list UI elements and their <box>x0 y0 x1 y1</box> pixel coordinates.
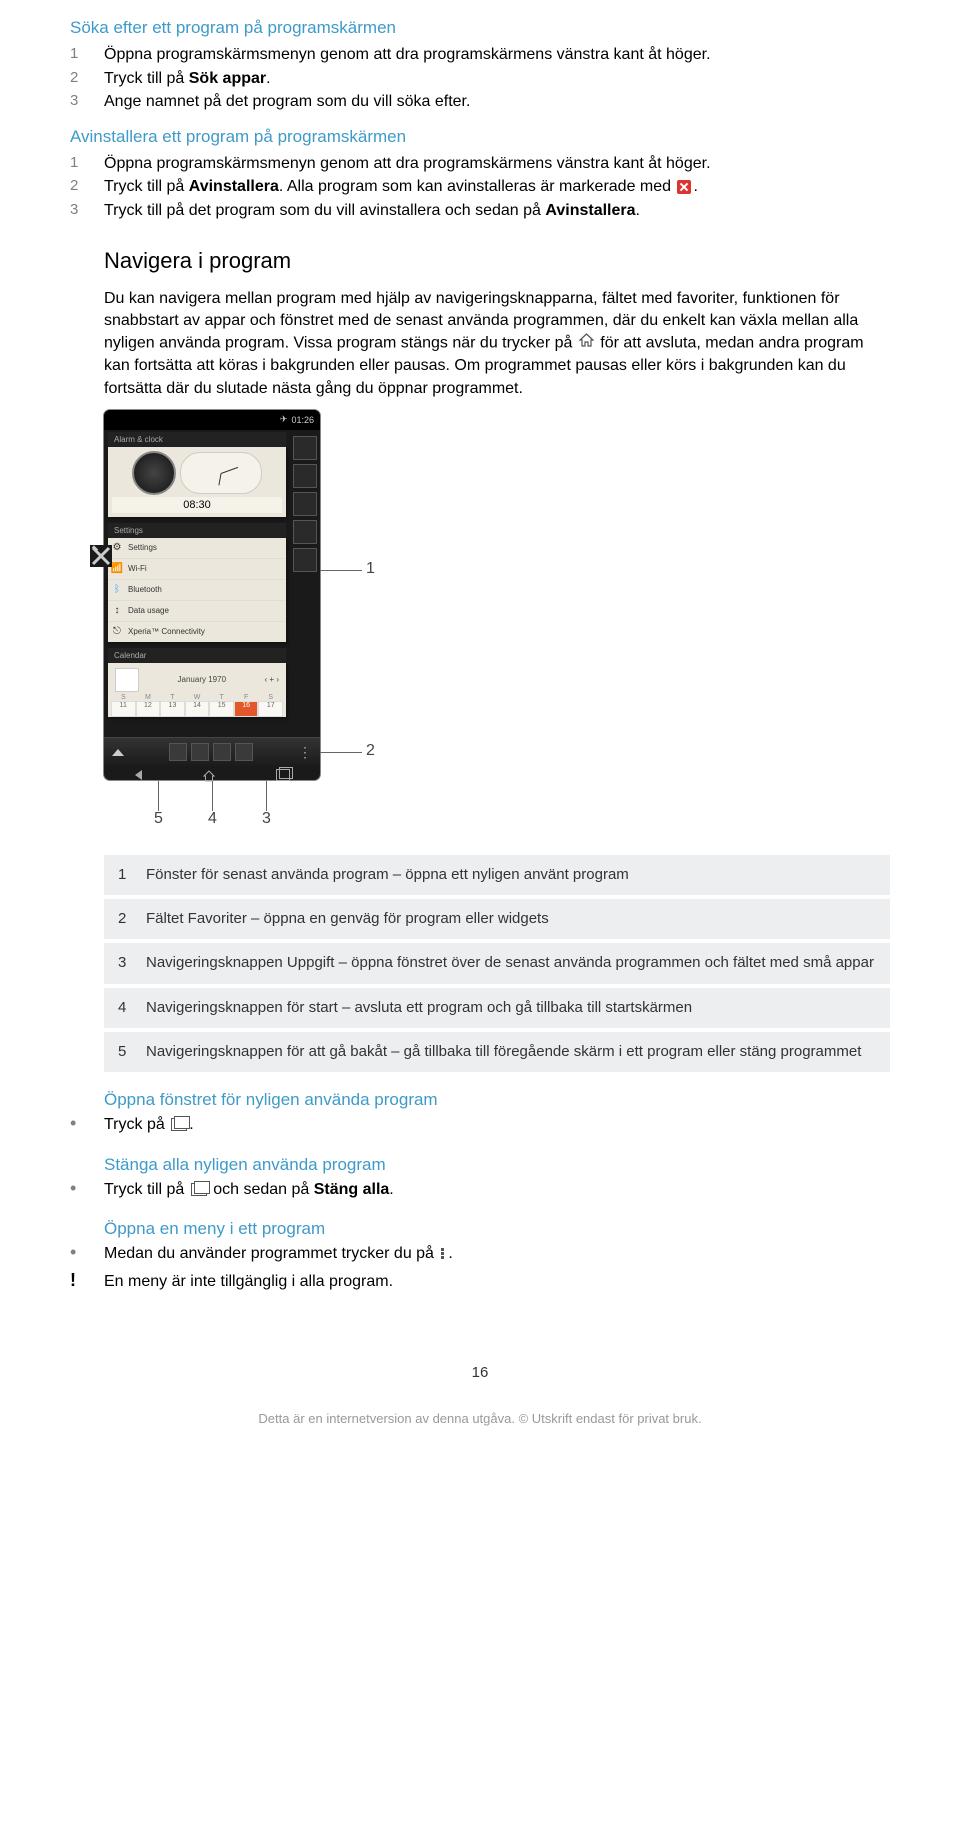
recent-app-calendar: Calendar January 1970‹ + › SMTWTFS 11 12… <box>108 648 286 717</box>
callout-line <box>266 781 267 811</box>
status-bar: ✈ 01:26 <box>104 410 320 430</box>
callout-2: 2 <box>366 742 375 760</box>
callout-line <box>320 570 362 571</box>
table-row: 5Navigeringsknappen för att gå bakåt – g… <box>104 1032 890 1072</box>
list-text: Öppna programskärmsmenyn genom att dra p… <box>104 153 890 175</box>
callout-line <box>320 752 362 753</box>
chevron-up-icon <box>112 749 124 756</box>
note-item: ! En meny är inte tillgänglig i alla pro… <box>70 1271 890 1293</box>
bullet-icon: • <box>70 1243 104 1263</box>
menu-dots-icon <box>441 1247 445 1261</box>
task-key-icon <box>171 1118 187 1131</box>
section-heading: Avinstallera ett program på programskärm… <box>70 127 890 147</box>
bullet-icon: • <box>70 1179 104 1199</box>
list-item: • Tryck till på och sedan på Stäng alla. <box>70 1179 890 1201</box>
exclaim-icon: ! <box>70 1271 104 1291</box>
list-text: Ange namnet på det program som du vill s… <box>104 91 890 113</box>
sub-heading: Stänga alla nyligen använda program <box>104 1155 890 1175</box>
task-key-icon <box>276 769 290 781</box>
favorites-bar <box>290 432 320 734</box>
callout-5: 5 <box>154 810 163 828</box>
callout-4: 4 <box>208 810 217 828</box>
document-page: Söka efter ett program på programskärmen… <box>0 0 960 1466</box>
recent-apps-panel: Alarm & clock 08:30 Settings ⚙Settings 📶… <box>108 432 286 723</box>
list-text: Tryck till på det program som du vill av… <box>104 200 890 222</box>
back-key-icon <box>135 770 142 780</box>
callout-line <box>212 781 213 811</box>
recent-app-settings: Settings ⚙Settings 📶Wi-Fi ᛒBluetooth ↕Da… <box>108 523 286 642</box>
list-number: 3 <box>70 91 104 109</box>
table-row: 2Fältet Favoriter – öppna en genväg för … <box>104 899 890 939</box>
list-item: 3 Ange namnet på det program som du vill… <box>70 91 890 113</box>
callout-1: 1 <box>366 560 375 578</box>
home-icon <box>579 332 594 354</box>
table-row: 1Fönster för senast använda program – öp… <box>104 855 890 895</box>
callout-3: 3 <box>262 810 271 828</box>
list-text: Öppna programskärmsmenyn genom att dra p… <box>104 44 890 66</box>
list-item: • Medan du använder programmet trycker d… <box>70 1243 890 1265</box>
list-item: 3 Tryck till på det program som du vill … <box>70 200 890 222</box>
list-item: 2 Tryck till på Sök appar. <box>70 68 890 90</box>
sub-heading: Öppna en meny i ett program <box>104 1219 890 1239</box>
list-item: 1 Öppna programskärmsmenyn genom att dra… <box>70 153 890 175</box>
list-number: 3 <box>70 200 104 218</box>
table-row: 3Navigeringsknappen Uppgift – öppna föns… <box>104 943 890 983</box>
list-item: • Tryck på . <box>70 1114 890 1136</box>
legend-table: 1Fönster för senast använda program – öp… <box>104 855 890 1072</box>
settings-icon <box>90 545 112 567</box>
list-number: 2 <box>70 176 104 194</box>
footer-text: Detta är en internetversion av denna utg… <box>70 1411 890 1426</box>
phone-frame: ✈ 01:26 Alarm & clock 08:30 Settings <box>104 410 320 780</box>
list-text: Tryck till på Avinstallera. Alla program… <box>104 176 890 198</box>
paragraph: Du kan navigera mellan program med hjälp… <box>104 288 890 400</box>
ordered-list: 1 Öppna programskärmsmenyn genom att dra… <box>70 153 890 222</box>
recent-app-alarm: Alarm & clock 08:30 <box>108 432 286 517</box>
screenshot-illustration: ✈ 01:26 Alarm & clock 08:30 Settings <box>104 410 384 825</box>
page-number: 16 <box>70 1364 890 1381</box>
uninstall-mark-icon <box>677 180 691 194</box>
list-item: 2 Tryck till på Avinstallera. Alla progr… <box>70 176 890 198</box>
callout-line <box>158 781 159 811</box>
bullet-icon: • <box>70 1114 104 1134</box>
table-row: 4Navigeringsknappen för start – avsluta … <box>104 988 890 1028</box>
list-number: 1 <box>70 153 104 171</box>
sub-heading: Öppna fönstret för nyligen använda progr… <box>104 1090 890 1110</box>
section-title: Navigera i program <box>104 248 890 274</box>
home-key-icon <box>203 769 215 781</box>
small-apps-bar: ⋮ <box>104 737 320 767</box>
list-number: 2 <box>70 68 104 86</box>
list-item: 1 Öppna programskärmsmenyn genom att dra… <box>70 44 890 66</box>
task-key-icon <box>191 1183 207 1196</box>
section-heading: Söka efter ett program på programskärmen <box>70 18 890 38</box>
ordered-list: 1 Öppna programskärmsmenyn genom att dra… <box>70 44 890 113</box>
list-text: Tryck till på Sök appar. <box>104 68 890 90</box>
list-number: 1 <box>70 44 104 62</box>
